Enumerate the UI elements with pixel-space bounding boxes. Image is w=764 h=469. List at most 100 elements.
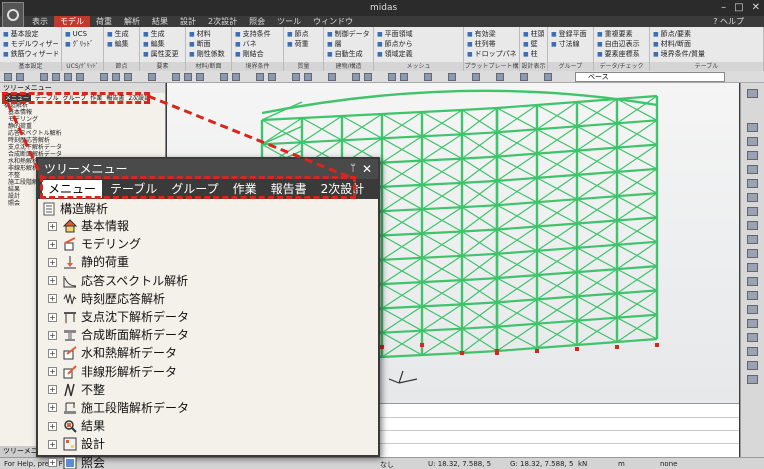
tree-node[interactable]: + 応答スペクトル解析 <box>42 272 378 290</box>
label-icon[interactable] <box>747 375 758 384</box>
mass-icon[interactable] <box>747 277 758 286</box>
ribbon-item[interactable]: 剛性係数 <box>189 49 228 59</box>
maximize-icon[interactable]: □ <box>734 2 743 13</box>
ribbon-item[interactable]: 柱列帯 <box>467 39 516 49</box>
tree-node[interactable]: + 施工段階解析データ <box>42 399 378 417</box>
render-icon[interactable] <box>352 73 360 81</box>
tree-node[interactable]: + 静的荷重 <box>42 253 378 271</box>
ribbon-item[interactable]: 節点 <box>287 29 320 39</box>
menu-tab-view[interactable]: 表示 <box>26 16 54 27</box>
menu-tab-tools[interactable]: ツール <box>271 16 307 27</box>
menu-tab-query[interactable]: 照会 <box>243 16 271 27</box>
ribbon-item[interactable]: 編集 <box>143 39 182 49</box>
local-axis-icon[interactable] <box>747 347 758 356</box>
expand-icon[interactable]: + <box>48 276 57 286</box>
element-number-icon[interactable] <box>232 73 240 81</box>
beam-icon[interactable] <box>747 207 758 216</box>
ribbon-item[interactable]: 層 <box>327 39 370 49</box>
side-view-icon[interactable] <box>196 73 204 81</box>
pan-icon[interactable] <box>124 73 132 81</box>
expand-icon[interactable]: + <box>48 403 57 413</box>
ribbon-item[interactable]: ｸﾞﾘｯﾄﾞ <box>65 39 100 49</box>
select-window-icon[interactable] <box>52 73 60 81</box>
layer-icon[interactable] <box>448 73 456 81</box>
link-icon[interactable] <box>747 305 758 314</box>
menu-tab-window[interactable]: ウィンドウ <box>307 16 359 27</box>
expand-icon[interactable]: + <box>48 330 57 340</box>
activate-icon[interactable] <box>292 73 300 81</box>
ribbon-item[interactable]: バネ <box>235 39 280 49</box>
story-combo[interactable]: ベース <box>575 72 725 82</box>
ribbon-item[interactable]: 自由辺表示 <box>597 39 646 49</box>
ribbon-item[interactable]: 編集 <box>107 39 136 49</box>
support-icon[interactable] <box>747 249 758 258</box>
zoom-out-icon[interactable] <box>747 137 758 146</box>
solid-icon[interactable] <box>747 235 758 244</box>
ribbon-item[interactable]: 自動生成 <box>327 49 370 59</box>
ribbon-item[interactable]: 重複要素 <box>597 29 646 39</box>
ribbon-item[interactable]: 制御データ <box>327 29 370 39</box>
iso-view-icon[interactable] <box>148 73 156 81</box>
perspective-icon[interactable] <box>747 165 758 174</box>
top-view-icon[interactable] <box>184 73 192 81</box>
ribbon-item[interactable]: 寸法線 <box>551 39 590 49</box>
pane-tree-item[interactable]: 時刻歴応答解析 <box>0 137 165 144</box>
hidden-icon[interactable] <box>256 73 264 81</box>
plate-icon[interactable] <box>747 221 758 230</box>
pane-tree-item[interactable]: 応答スペクトル解析 <box>0 130 165 137</box>
ribbon-item[interactable]: 属性変更 <box>143 49 182 59</box>
ribbon-item[interactable]: 境界条件/質量 <box>653 49 760 59</box>
menu-tab-secondary-design[interactable]: 2次設計 <box>202 16 243 27</box>
ribbon-item[interactable]: 平面領域 <box>377 29 460 39</box>
tree-node[interactable]: + 支点沈下解析データ <box>42 308 378 326</box>
menu-tab-analysis[interactable]: 解析 <box>118 16 146 27</box>
ribbon-item[interactable]: 基本設定 <box>3 29 58 39</box>
pane-tree-item[interactable]: モデリング <box>0 116 165 123</box>
ribbon-item[interactable]: 生成 <box>143 29 182 39</box>
tree-node[interactable]: + 水和熱解析データ <box>42 344 378 362</box>
select-icon[interactable] <box>40 73 48 81</box>
status-selection[interactable]: none <box>660 460 677 468</box>
menu-tab-design[interactable]: 設計 <box>174 16 202 27</box>
expand-icon[interactable]: + <box>48 294 57 304</box>
tree-node[interactable]: + 合成断面解析データ <box>42 326 378 344</box>
section-icon[interactable] <box>544 73 552 81</box>
menu-tab-results[interactable]: 結果 <box>146 16 174 27</box>
ribbon-item[interactable]: 壁 <box>523 39 544 49</box>
pane-tree-item[interactable]: 静的荷重 <box>0 123 165 130</box>
zoom-window-icon[interactable] <box>112 73 120 81</box>
tree-node[interactable]: + 基本情報 <box>42 217 378 235</box>
ribbon-item[interactable]: 節点/要素 <box>653 29 760 39</box>
ribbon-item[interactable]: 節点から <box>377 39 460 49</box>
tree-node[interactable]: + 設計 <box>42 435 378 453</box>
node-icon[interactable] <box>747 193 758 202</box>
zoom-fit-icon[interactable] <box>100 73 108 81</box>
rotate-icon[interactable] <box>747 151 758 160</box>
story-icon[interactable] <box>520 73 528 81</box>
spring-icon[interactable] <box>747 291 758 300</box>
tree-node[interactable]: + 照会 <box>42 453 378 469</box>
expand-icon[interactable]: + <box>48 367 57 377</box>
expand-icon[interactable]: + <box>48 385 57 395</box>
ribbon-item[interactable]: 材料 <box>189 29 228 39</box>
offset-icon[interactable] <box>747 333 758 342</box>
ribbon-item[interactable]: 鉄筋ウィザード <box>3 49 58 59</box>
dimension-icon[interactable] <box>496 73 504 81</box>
pane-tree-item[interactable]: 支点沈下解析データ <box>0 144 165 151</box>
tree-root[interactable]: 構造解析 <box>42 201 378 217</box>
ribbon-item[interactable]: UCS <box>65 29 100 39</box>
expand-icon[interactable]: + <box>48 439 57 449</box>
inactivate-icon[interactable] <box>304 73 312 81</box>
redo-icon[interactable] <box>16 73 24 81</box>
release-icon[interactable] <box>747 319 758 328</box>
unselect-icon[interactable] <box>76 73 84 81</box>
tree-node[interactable]: + 結果 <box>42 417 378 435</box>
expand-icon[interactable]: + <box>48 348 57 358</box>
expand-icon[interactable]: + <box>48 221 57 231</box>
expand-icon[interactable]: + <box>48 312 57 322</box>
ribbon-item[interactable]: 領域定義 <box>377 49 460 59</box>
ribbon-item[interactable]: 柱頭 <box>523 29 544 39</box>
ribbon-item[interactable]: 断面 <box>189 39 228 49</box>
ribbon-item[interactable]: 剛結合 <box>235 49 280 59</box>
display-option-icon[interactable] <box>400 73 408 81</box>
